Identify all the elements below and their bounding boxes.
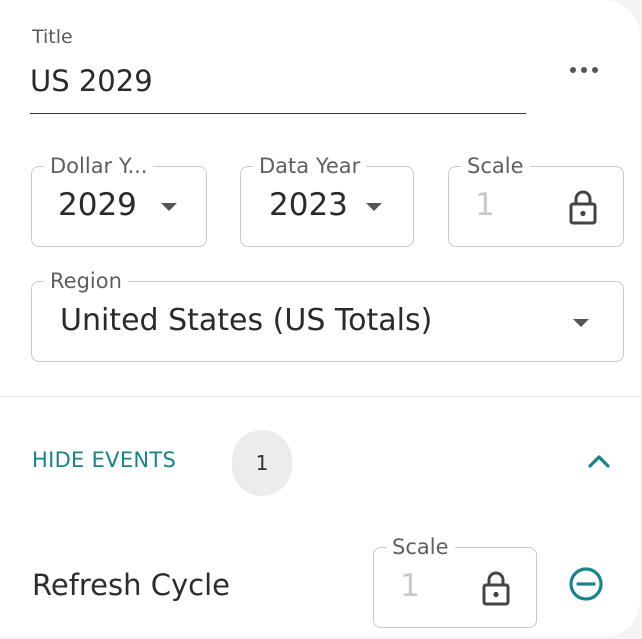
lock-icon bbox=[569, 190, 597, 225]
title-label: Title bbox=[32, 26, 73, 48]
scale-label: Scale bbox=[461, 152, 530, 180]
minus-circle-icon[interactable] bbox=[568, 566, 604, 602]
scale-field: Scale 1 bbox=[448, 152, 624, 247]
event-name: Refresh Cycle bbox=[32, 568, 230, 602]
region-select[interactable]: Region United States (US Totals) bbox=[31, 267, 624, 362]
hide-events-button[interactable]: HIDE EVENTS bbox=[32, 448, 176, 472]
panel-card: Title US 2029 Dollar Y... 2029 Data Year… bbox=[0, 0, 640, 637]
dollar-year-select[interactable]: Dollar Y... 2029 bbox=[31, 152, 207, 247]
data-year-value: 2023 bbox=[269, 187, 348, 223]
scale-value: 1 bbox=[475, 187, 495, 223]
lock-icon bbox=[482, 571, 510, 606]
section-divider bbox=[0, 396, 640, 397]
events-count-badge: 1 bbox=[232, 430, 292, 496]
title-underline bbox=[30, 113, 526, 114]
more-horizontal-icon[interactable] bbox=[564, 58, 604, 82]
data-year-select[interactable]: Data Year 2023 bbox=[240, 152, 414, 247]
region-value: United States (US Totals) bbox=[60, 303, 433, 338]
caret-down-icon bbox=[573, 319, 589, 327]
event-scale-field: Scale 1 bbox=[373, 533, 537, 628]
dollar-year-value: 2029 bbox=[58, 187, 137, 223]
region-label: Region bbox=[44, 267, 128, 295]
data-year-label: Data Year bbox=[253, 152, 367, 180]
caret-down-icon bbox=[366, 203, 382, 211]
dollar-year-label: Dollar Y... bbox=[44, 152, 154, 180]
caret-down-icon bbox=[161, 203, 177, 211]
event-scale-label: Scale bbox=[386, 533, 455, 561]
chevron-up-icon[interactable] bbox=[588, 453, 610, 469]
event-scale-value: 1 bbox=[400, 568, 420, 604]
title-input[interactable]: US 2029 bbox=[30, 64, 153, 98]
